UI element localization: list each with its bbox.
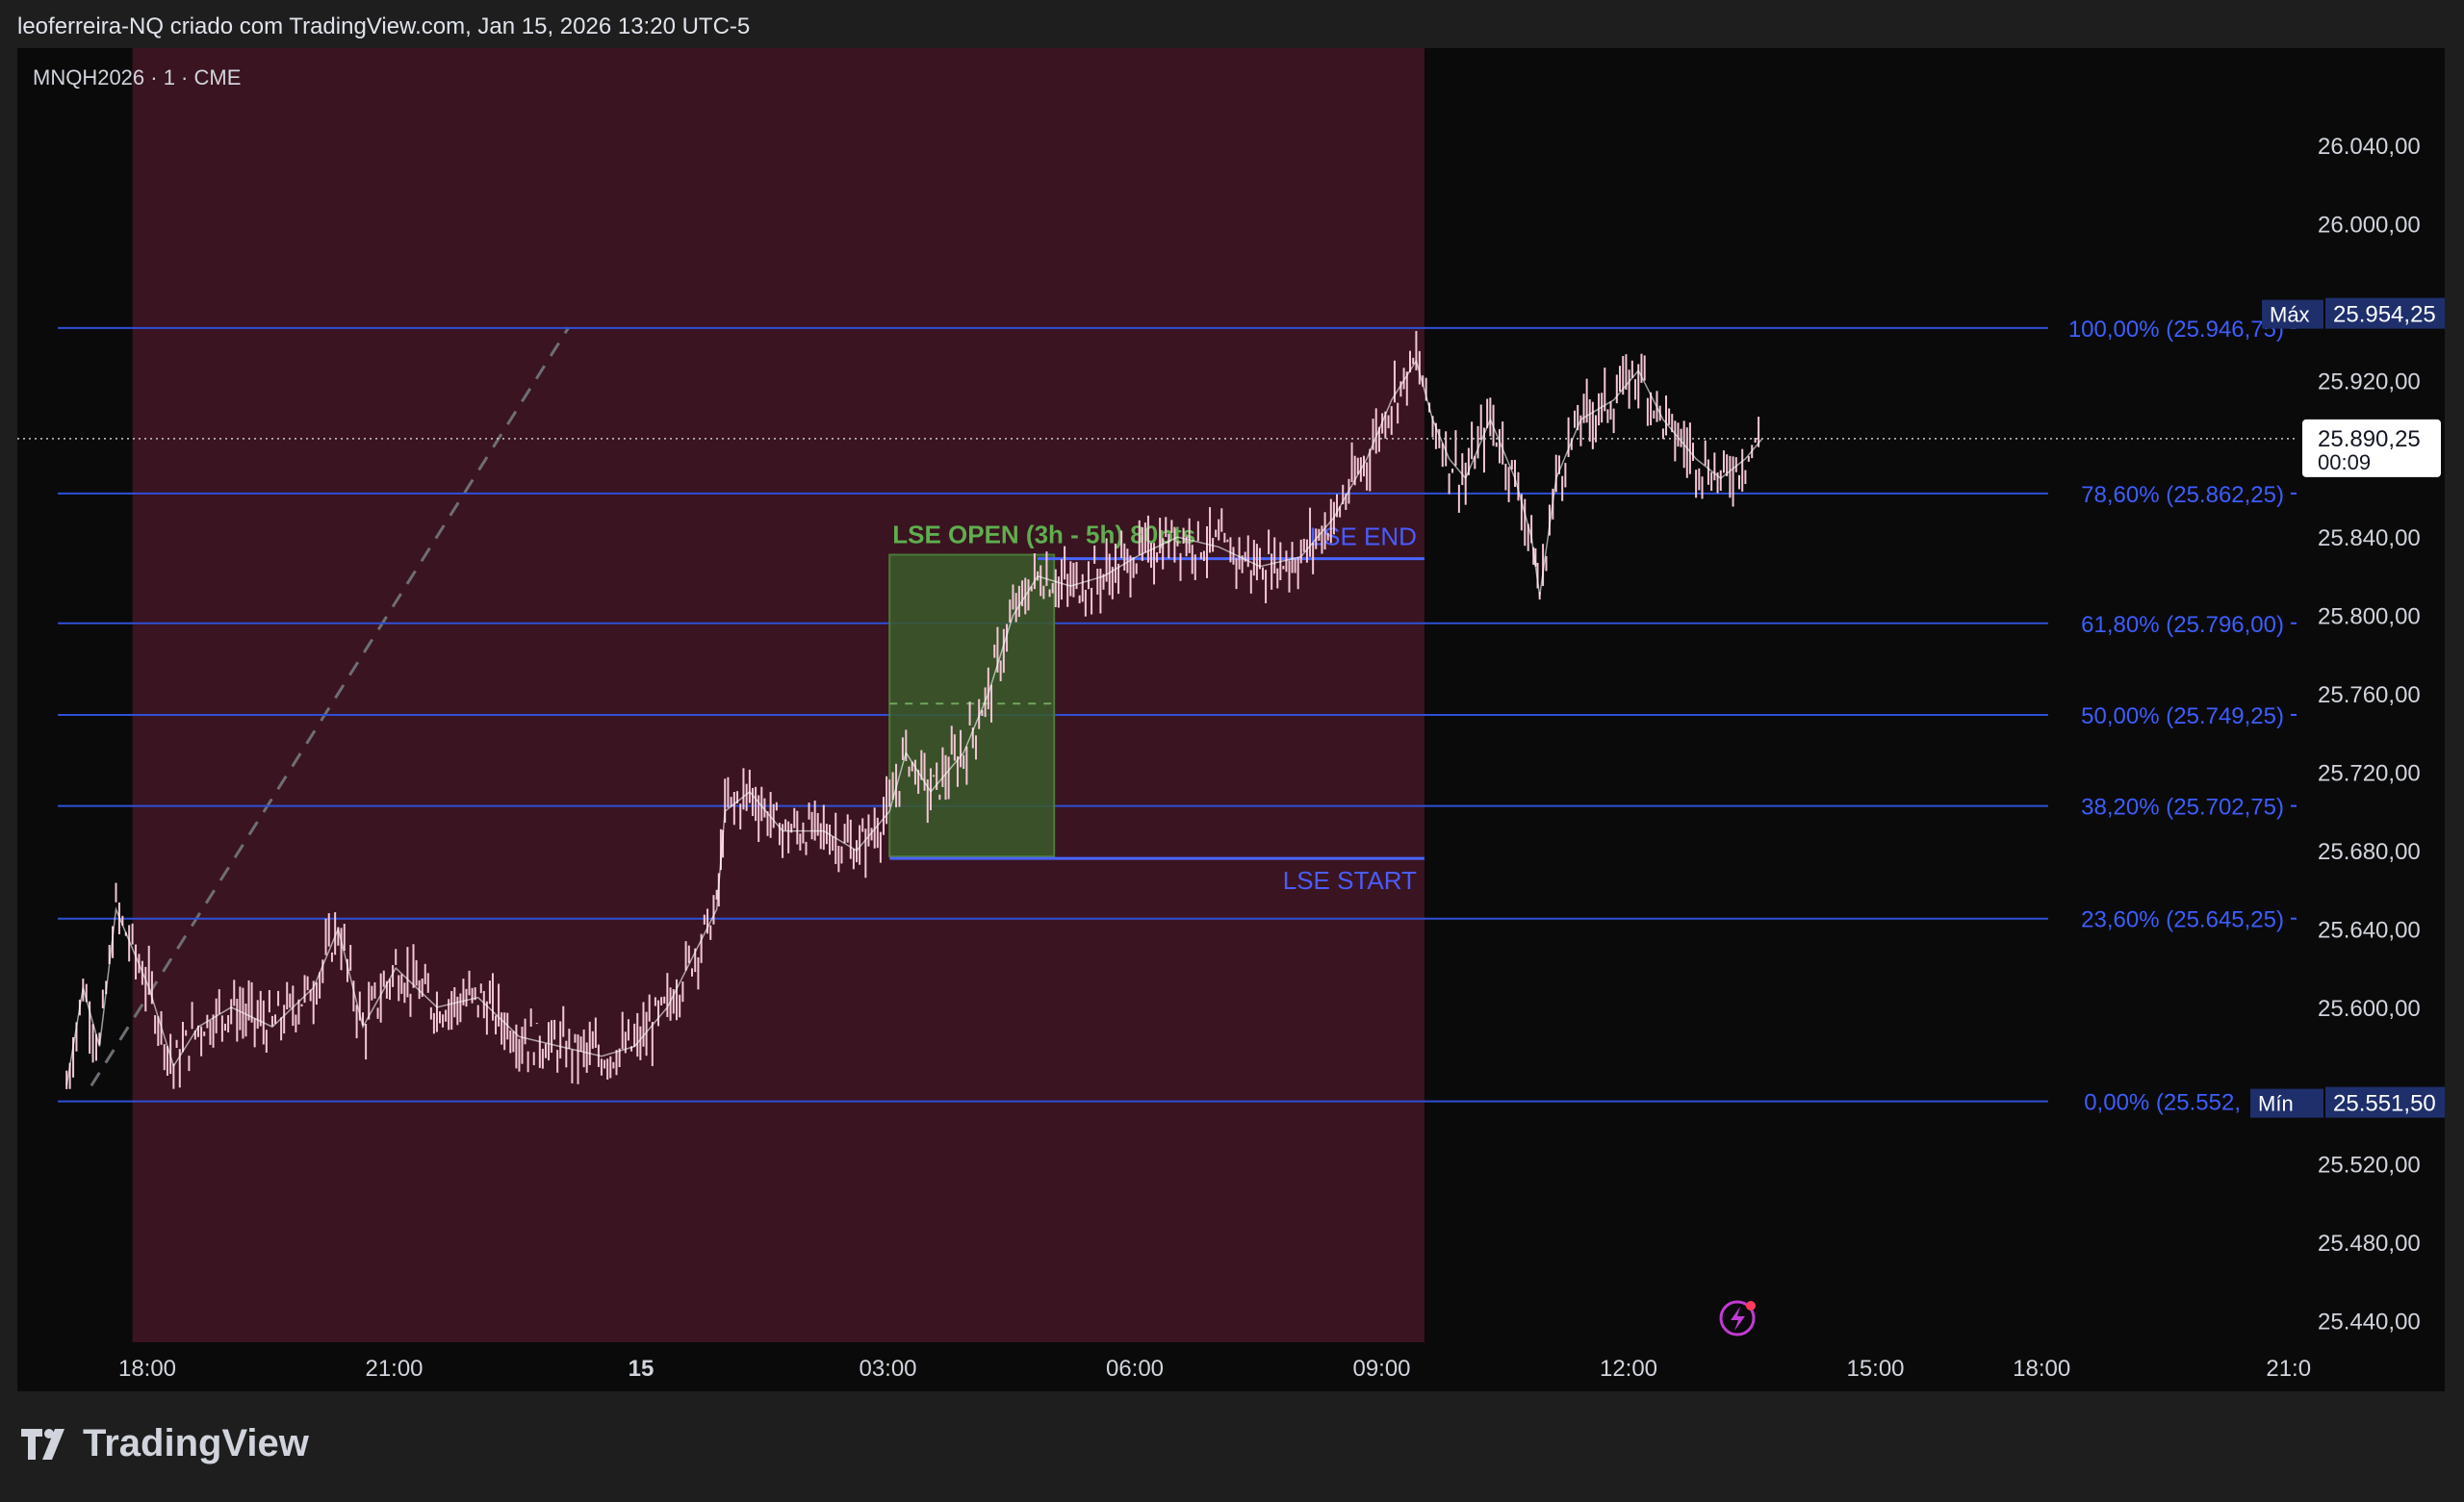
fib-level-label: 78,60% (25.862,25)	[2081, 482, 2284, 508]
time-tick-label: 15:00	[1846, 1356, 1904, 1382]
time-tick-label: 18:00	[2013, 1356, 2070, 1382]
price-tick-label: 25.920,00	[2318, 369, 2421, 395]
price-tick-label: 25.600,00	[2318, 996, 2421, 1022]
max-value-label: 25.954,25	[2333, 302, 2436, 328]
time-tick-label: 21:0	[2266, 1356, 2311, 1382]
price-tick-label: 25.720,00	[2318, 761, 2421, 787]
price-tick-label: 25.440,00	[2318, 1310, 2421, 1336]
time-tick-label: 12:00	[1600, 1356, 1657, 1382]
time-tick-label: 15	[629, 1356, 654, 1382]
fib-level-label: 38,20% (25.702,75)	[2081, 795, 2284, 821]
countdown-label: 00:09	[2318, 450, 2371, 474]
min-tag-label: Mín	[2258, 1092, 2294, 1116]
time-tick-label: 09:00	[1352, 1356, 1410, 1382]
tradingview-wordmark: TradingView	[83, 1422, 309, 1464]
tradingview-logo-icon	[21, 1428, 64, 1460]
price-tick-label: 25.520,00	[2318, 1153, 2421, 1179]
fib-level-label: 100,00% (25.946,75)	[2068, 317, 2284, 343]
session-shade	[132, 48, 1424, 1342]
price-tick-label: 25.640,00	[2318, 917, 2421, 943]
fib-level-label: 50,00% (25.749,25)	[2081, 703, 2284, 729]
tradingview-logo[interactable]: TradingView	[19, 1422, 309, 1465]
lightning-alert-icon[interactable]	[1719, 1300, 1756, 1337]
time-tick-label: 18:00	[118, 1356, 176, 1382]
time-tick-label: 03:00	[859, 1356, 916, 1382]
lse-open-label: LSE OPEN (3h - 5h) 80pts	[892, 521, 1195, 549]
lse-open-box[interactable]	[888, 553, 1056, 858]
time-tick-label: 06:00	[1106, 1356, 1164, 1382]
price-tick-label: 25.400,00	[2318, 1387, 2421, 1391]
price-tick-label: 25.680,00	[2318, 839, 2421, 865]
time-tick-label: 21:00	[365, 1356, 423, 1382]
current-price-label: 25.890,25	[2318, 426, 2421, 452]
price-tick-label: 25.480,00	[2318, 1231, 2421, 1257]
price-tick-label: 26.000,00	[2318, 212, 2421, 238]
max-tag-label: Máx	[2270, 303, 2310, 327]
price-chart[interactable]: 100,00% (25.946,75) 78,60% (25.862,25) 61,…	[17, 48, 2445, 1391]
chart-frame[interactable]: 100,00% (25.946,75) 78,60% (25.862,25) 61,…	[17, 48, 2445, 1391]
price-tick-label: 25.840,00	[2318, 525, 2421, 551]
price-tick-label: 25.800,00	[2318, 604, 2421, 630]
lse-start-label: LSE START	[1283, 866, 1417, 895]
price-tick-label: 26.040,00	[2318, 134, 2421, 160]
min-value-label: 25.551,50	[2333, 1091, 2436, 1117]
symbol-label: MNQH2026 · 1 · CME	[33, 65, 241, 89]
price-tick-label: 25.760,00	[2318, 682, 2421, 708]
fib-level-label: 61,80% (25.796,00)	[2081, 612, 2284, 638]
fib-level-label: 0,00% (25.552,	[2084, 1090, 2241, 1116]
fib-level-label: 23,60% (25.645,25)	[2081, 907, 2284, 933]
price-axis[interactable]	[2297, 48, 2445, 1391]
chart-title: leoferreira-NQ criado com TradingView.co…	[17, 13, 751, 39]
